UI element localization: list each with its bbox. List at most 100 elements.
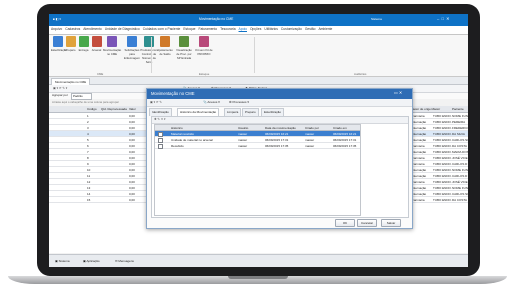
- ribbon-button-label: Solicitações para Enfermagem: [123, 48, 140, 60]
- history-row[interactable]: Recebido master 06/09/2015 17:35 master 06/0…: [155, 143, 360, 149]
- table-cell: 0,00: [129, 180, 135, 184]
- dialog-processes-button[interactable]: ⚙ Processos ▾: [229, 101, 249, 104]
- table-cell: Farmácia: [412, 162, 425, 166]
- ribbon-button[interactable]: Entrega: [77, 36, 90, 52]
- ribbon-tab[interactable]: Faturamento: [198, 27, 217, 31]
- ribbon-tab[interactable]: Utilitários: [264, 27, 278, 31]
- table-cell: TUBO ENDO.: [433, 162, 452, 166]
- col-data[interactable]: Data da movimentação: [265, 126, 296, 130]
- ribbon-tab[interactable]: Cuidados com o Paciente: [143, 27, 181, 31]
- ribbon-button[interactable]: Preparo: [64, 36, 77, 52]
- table-cell: Farmácia: [412, 114, 425, 118]
- table-cell: DA SILVA: [452, 132, 465, 136]
- table-cell: Internação: [412, 120, 427, 124]
- tab-esterilizacao[interactable]: Esterilização: [261, 108, 285, 116]
- status-mensagens[interactable]: ✉ Mensagens: [115, 260, 134, 263]
- column-header-sector[interactable]: Setor: [433, 107, 440, 111]
- ribbon-tab[interactable]: Atendimento: [83, 27, 102, 31]
- table-cell: TUBO ENDO.: [433, 150, 452, 154]
- ribbon-tab[interactable]: Arquivo: [51, 27, 62, 31]
- dialog-toolbar-icons[interactable]: ▣ ▾ ⟳ ✎: [150, 101, 162, 104]
- table-cell: 0,00: [129, 198, 135, 202]
- ribbon-tab-list: Arquivo Cadastros Atendimento Unidade de Di…: [51, 27, 335, 31]
- ribbon-button[interactable]: Esterilização: [51, 36, 67, 52]
- ribbon-tab[interactable]: Cadastros: [65, 27, 80, 31]
- history-toolbar-icons[interactable]: ✚ ✎ ✕ ▾: [154, 118, 166, 121]
- dialog-button-ok[interactable]: OK: [335, 219, 355, 227]
- history-cell: master: [305, 138, 315, 142]
- dialog-attachments-button[interactable]: 📎 Anexos ▾: [203, 101, 220, 104]
- status-sistema[interactable]: ▣ Sistema: [55, 260, 70, 263]
- doc-tab-cme[interactable]: Movimentação no CME: [51, 78, 91, 85]
- ribbon-tab[interactable]: Gestão: [305, 27, 316, 31]
- tab-limpeza[interactable]: Limpeza: [224, 108, 242, 116]
- row-checkbox[interactable]: [158, 144, 163, 149]
- history-cell: Unidade de material no arsenal: [171, 138, 213, 142]
- history-panel: ✚ ✎ ✕ ▾ Histórico Usuário Data da movime…: [151, 116, 409, 218]
- table-cell: TUBO ENDO.: [433, 186, 452, 190]
- column-header-patient[interactable]: Paciente: [452, 107, 464, 111]
- table-row[interactable]: Farmácia TUBO ENDO. DA COSTA: [411, 197, 468, 203]
- ribbon-button[interactable]: Visualização de Proc. por SP Entrada: [175, 36, 193, 60]
- table-cell: Internação: [412, 168, 427, 172]
- column-header-value[interactable]: Valor: [129, 107, 136, 111]
- dialog-title: Movimentação no CME: [151, 91, 195, 96]
- ribbon-button-icon: [179, 36, 189, 47]
- column-header-origin[interactable]: Setor de origem: [412, 107, 433, 111]
- history-toolbar: ✚ ✎ ✕ ▾: [152, 117, 408, 124]
- ribbon-button-label: Preparo: [65, 48, 76, 52]
- col-criado-por[interactable]: Criado por: [305, 126, 319, 130]
- ribbon-button[interactable]: Kit sem Kit de PROPRIO: [195, 36, 213, 56]
- ribbon: Esterilização Preparo Entrega Arsenal Movime…: [49, 35, 468, 77]
- status-aplicacao[interactable]: ▣ Aplicação: [83, 260, 100, 263]
- table-cell: TUBO ENDO.: [433, 144, 452, 148]
- table-cell: TUBO ENDO.: [433, 180, 452, 184]
- dialog-button-cancel[interactable]: Cancelar: [357, 219, 377, 227]
- ribbon-button[interactable]: Ajustamento de Saldo: [156, 36, 174, 56]
- ribbon-button-label: Arsenal: [91, 48, 102, 52]
- dialog-button-save[interactable]: Salvar: [381, 219, 401, 227]
- ribbon-button[interactable]: Movimentação no CME: [103, 36, 121, 56]
- tab-historico[interactable]: Histórico da Movimentação: [177, 108, 220, 116]
- col-criado-em[interactable]: Criado em: [333, 126, 347, 130]
- table-cell: Farmácia: [412, 144, 425, 148]
- ribbon-button-label: Entrega: [78, 48, 89, 52]
- ribbon-button[interactable]: Arsenal: [90, 36, 103, 52]
- ribbon-tab[interactable]: Opções: [250, 27, 261, 31]
- tab-identificacao[interactable]: Identificação: [149, 108, 172, 116]
- dialog-toolbar: ▣ ▾ ⟳ ✎ 📎 Anexos ▾ ⚙ Processos ▾: [147, 99, 412, 107]
- group-label: Auditórios: [354, 72, 367, 76]
- table-cell: Internação: [412, 126, 427, 130]
- table-cell: DA COSTA: [452, 144, 467, 148]
- column-header-code[interactable]: Código: [87, 107, 97, 111]
- column-header-qty[interactable]: Qtd. Reprocessada: [101, 107, 127, 111]
- ribbon-tab[interactable]: Tesouraria: [220, 27, 235, 31]
- table-cell: DA COSTA: [452, 198, 467, 202]
- tab-preparo[interactable]: Preparo: [242, 108, 259, 116]
- ribbon-tab[interactable]: Ambiente: [318, 27, 332, 31]
- ribbon-button-label: Movimentação no CME: [103, 48, 122, 56]
- app-menu-icon[interactable]: ■ ◧ ▾: [53, 18, 61, 21]
- group-by-select[interactable]: Padrão: [71, 93, 92, 100]
- dialog-close-icon[interactable]: ▭ ✕: [394, 91, 402, 95]
- document-tabs: Movimentação no CME: [49, 77, 468, 85]
- table-cell: Internação: [412, 174, 427, 178]
- ribbon-separator: [151, 37, 152, 73]
- col-historico[interactable]: Histórico: [171, 126, 183, 130]
- ribbon-button[interactable]: Solicitações para Enfermagem: [123, 36, 141, 60]
- table-cell: JOSÉ VICE: [452, 180, 468, 184]
- toolbar-icons[interactable]: ▣ ▾ ⟳ ✎ ▾: [53, 87, 67, 90]
- table-row[interactable]: 15 0,00: [49, 197, 147, 203]
- history-cell: 06/09/2015 17:31: [265, 138, 289, 142]
- col-usuario[interactable]: Usuário: [238, 126, 248, 130]
- window-controls[interactable]: – □ ✕: [437, 17, 449, 21]
- ribbon-tab[interactable]: Estoque: [183, 27, 195, 31]
- table-cell: Internação: [412, 150, 427, 154]
- ribbon-tab[interactable]: Unidade de Diagnóstico: [105, 27, 140, 31]
- table-cell: Internação: [412, 132, 427, 136]
- ribbon-tabs: Arquivo Cadastros Atendimento Unidade de Di…: [49, 26, 468, 35]
- ribbon-tab[interactable]: Apoio: [239, 27, 247, 31]
- ribbon-tab[interactable]: Customização: [281, 27, 302, 31]
- table-cell: 6: [87, 144, 89, 148]
- table-cell: 14: [87, 192, 91, 196]
